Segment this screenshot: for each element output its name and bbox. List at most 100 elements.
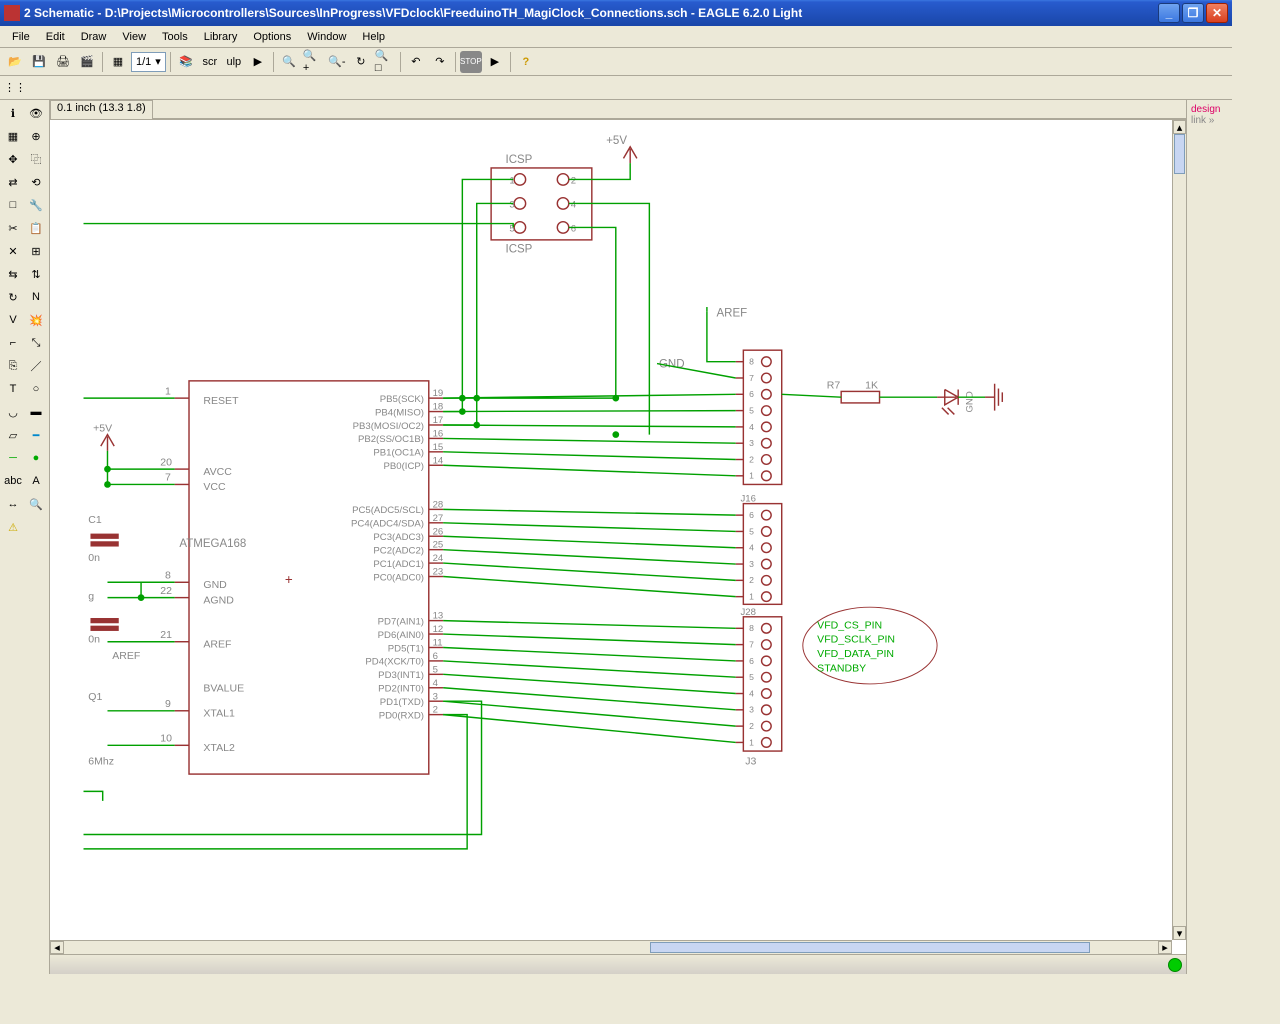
script-icon[interactable]: scr: [199, 51, 221, 73]
svg-text:5: 5: [749, 405, 754, 415]
svg-text:PB0(ICP): PB0(ICP): [384, 461, 424, 472]
copy-icon[interactable]: ⿻: [25, 148, 47, 170]
menu-draw[interactable]: Draw: [73, 29, 115, 45]
schematic-canvas[interactable]: ICSP ICSP 1 2 3 4 5 6 +5V AREF GND ATMEG…: [50, 120, 1172, 940]
add-icon[interactable]: ⊞: [25, 240, 47, 262]
svg-text:2: 2: [571, 175, 576, 186]
errors-icon[interactable]: ⚠: [2, 516, 24, 538]
attribute-icon[interactable]: A: [25, 470, 47, 492]
grid-icon[interactable]: ⋮⋮: [4, 77, 26, 99]
svg-text:2: 2: [749, 575, 754, 585]
zoom-out-icon[interactable]: 🔍-: [326, 51, 348, 73]
text-icon[interactable]: T: [2, 378, 24, 400]
run-icon[interactable]: ▶: [247, 51, 269, 73]
vertical-scrollbar[interactable]: ▴ ▾: [1172, 120, 1186, 940]
menu-tools[interactable]: Tools: [154, 29, 196, 45]
menu-edit[interactable]: Edit: [38, 29, 73, 45]
svg-text:J3: J3: [745, 755, 756, 767]
delete-icon[interactable]: ✕: [2, 240, 24, 262]
svg-text:4: 4: [749, 422, 754, 432]
mirror-icon[interactable]: ⇄: [2, 171, 24, 193]
menu-options[interactable]: Options: [245, 29, 299, 45]
redo-icon[interactable]: ↷: [429, 51, 451, 73]
svg-text:3: 3: [433, 691, 438, 702]
menu-library[interactable]: Library: [196, 29, 246, 45]
menu-view[interactable]: View: [114, 29, 154, 45]
svg-text:PC4(ADC4/SDA): PC4(ADC4/SDA): [351, 519, 424, 530]
svg-text:10: 10: [160, 732, 172, 744]
arc-icon[interactable]: ◡: [2, 401, 24, 423]
scroll-up-icon[interactable]: ▴: [1173, 120, 1186, 134]
wire-icon[interactable]: ／: [25, 355, 47, 377]
rotate-icon[interactable]: ⟲: [25, 171, 47, 193]
layers-icon[interactable]: ▦: [2, 125, 24, 147]
undo-icon[interactable]: ↶: [405, 51, 427, 73]
go-icon[interactable]: ▶: [484, 51, 506, 73]
use-icon[interactable]: 📚: [175, 51, 197, 73]
vscroll-thumb[interactable]: [1174, 134, 1185, 174]
toolbar: 📂 💾 🖨 🎬 ▦ 1/1▾ 📚 scr ulp ▶ 🔍 🔍+ 🔍- ↻ 🔍□ …: [0, 48, 1232, 76]
save-icon[interactable]: 💾: [28, 51, 50, 73]
maximize-button[interactable]: ❐: [1182, 3, 1204, 23]
change-icon[interactable]: 🔧: [25, 194, 47, 216]
mark-icon[interactable]: ⊕: [25, 125, 47, 147]
zoom-redraw-icon[interactable]: ↻: [350, 51, 372, 73]
scroll-right-icon[interactable]: ▸: [1158, 941, 1172, 954]
sheet-selector[interactable]: 1/1▾: [131, 52, 166, 72]
svg-text:PB2(SS/OC1B): PB2(SS/OC1B): [358, 434, 424, 445]
replace-icon[interactable]: ↻: [2, 286, 24, 308]
hscroll-thumb[interactable]: [650, 942, 1090, 953]
pinswap-icon[interactable]: ⇆: [2, 263, 24, 285]
menu-file[interactable]: File: [4, 29, 38, 45]
group-icon[interactable]: □: [2, 194, 24, 216]
svg-text:1: 1: [165, 385, 171, 397]
split-icon[interactable]: ⤡: [25, 332, 47, 354]
zoom-select-icon[interactable]: 🔍□: [374, 51, 396, 73]
print-icon[interactable]: 🖨: [52, 51, 74, 73]
open-icon[interactable]: 📂: [4, 51, 26, 73]
bus-icon[interactable]: ━: [25, 424, 47, 446]
svg-text:2: 2: [749, 454, 754, 464]
zoom-fit-icon[interactable]: 🔍: [278, 51, 300, 73]
move-icon[interactable]: ✥: [2, 148, 24, 170]
miter-icon[interactable]: ⌐: [2, 332, 24, 354]
name-icon[interactable]: N: [25, 286, 47, 308]
erc-icon[interactable]: 🔍: [25, 493, 47, 515]
net-icon[interactable]: ─: [2, 447, 24, 469]
design-link-panel[interactable]: design link »: [1186, 100, 1232, 974]
svg-text:22: 22: [160, 585, 172, 597]
menu-bar: File Edit Draw View Tools Library Option…: [0, 26, 1232, 48]
info-icon[interactable]: ℹ: [2, 102, 24, 124]
zoom-in-icon[interactable]: 🔍+: [302, 51, 324, 73]
cut-icon[interactable]: ✂: [2, 217, 24, 239]
scroll-left-icon[interactable]: ◂: [50, 941, 64, 954]
horizontal-scrollbar[interactable]: ◂ ▸: [50, 940, 1172, 954]
cam-icon[interactable]: 🎬: [76, 51, 98, 73]
scroll-down-icon[interactable]: ▾: [1173, 926, 1186, 940]
menu-window[interactable]: Window: [299, 29, 354, 45]
minimize-button[interactable]: _: [1158, 3, 1180, 23]
paste-icon[interactable]: 📋: [25, 217, 47, 239]
svg-text:PB3(MOSI/OC2): PB3(MOSI/OC2): [353, 421, 424, 432]
value-icon[interactable]: V: [2, 309, 24, 331]
close-button[interactable]: ✕: [1206, 3, 1228, 23]
dimension-icon[interactable]: ↔: [2, 493, 24, 515]
smash-icon[interactable]: 💥: [25, 309, 47, 331]
menu-help[interactable]: Help: [354, 29, 393, 45]
junction-icon[interactable]: ●: [25, 447, 47, 469]
ulp-icon[interactable]: ulp: [223, 51, 245, 73]
help-icon[interactable]: ?: [515, 51, 537, 73]
rect-icon[interactable]: ▬: [25, 401, 47, 423]
circle-icon[interactable]: ○: [25, 378, 47, 400]
status-bar: [50, 954, 1186, 974]
board-icon[interactable]: ▦: [107, 51, 129, 73]
svg-text:AREF: AREF: [203, 638, 232, 650]
svg-text:+5V: +5V: [93, 423, 112, 435]
invoke-icon[interactable]: ⎘: [2, 355, 24, 377]
app-icon: [4, 5, 20, 21]
gateswap-icon[interactable]: ⇅: [25, 263, 47, 285]
stop-icon[interactable]: STOP: [460, 51, 482, 73]
label-icon[interactable]: abc: [2, 470, 24, 492]
polygon-icon[interactable]: ▱: [2, 424, 24, 446]
show-icon[interactable]: 👁: [25, 102, 47, 124]
